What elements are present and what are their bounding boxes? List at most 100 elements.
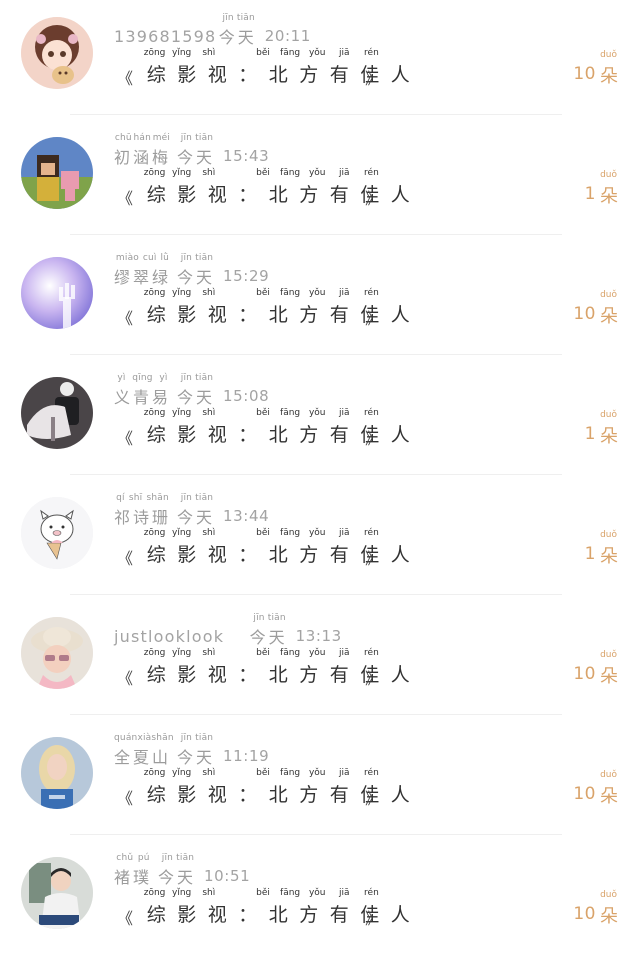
flower-count: 1 duǒ 朵 xyxy=(528,530,618,567)
sender-line: yì qīng yì 义青易 jīn tiān 今天 15:08 xyxy=(114,373,474,407)
unit-pinyin: duǒ xyxy=(600,650,617,660)
pinyin-syllable xyxy=(222,528,249,540)
pinyin-syllable: yǒu xyxy=(308,768,326,778)
gift-record-row[interactable]: justlooklook jīn tiān 今天 13:13 《 zōng yǐng shì b… xyxy=(0,600,640,720)
gift-record-row[interactable]: quán xià shān 全夏山 jīn tiān 今天 11:19 《 zōng yǐng sh… xyxy=(0,720,640,840)
count-number: 10 xyxy=(573,784,596,804)
sender-name: 褚璞 xyxy=(114,868,153,887)
pinyin-syllable: běi xyxy=(256,528,270,538)
row-divider xyxy=(70,834,562,835)
flower-count: 1 duǒ 朵 xyxy=(528,170,618,207)
title-char: 北 xyxy=(268,184,288,206)
timestamp: 20:11 xyxy=(264,27,311,45)
gift-title: 《 zōng yǐng shì běi fāng yǒu jiā rén 综影视：北方有佳人》 xyxy=(117,48,410,88)
title-char: 方 xyxy=(299,904,319,926)
title-char: 北 xyxy=(268,664,288,686)
title-char: 视 xyxy=(207,784,227,806)
gift-record-list: 139681598 jīn tiān 今天 20:11 《 zōng yǐng shì běi f… xyxy=(0,0,640,950)
pinyin-syllable: yǐng xyxy=(172,768,192,778)
sender-name: 初涵梅 xyxy=(114,148,172,167)
pinyin-syllable: zōng xyxy=(143,768,166,778)
title-char: 人 xyxy=(390,304,410,326)
row-divider xyxy=(70,594,562,595)
pinyin-syllable: shì xyxy=(202,408,216,418)
time-label: 今天 xyxy=(177,268,216,287)
title-char: 有 xyxy=(329,424,349,446)
timestamp: 11:19 xyxy=(223,747,270,765)
gift-title: 《 zōng yǐng shì běi fāng yǒu jiā rén 综影视：北方有佳人》 xyxy=(117,888,410,928)
title-char: 影 xyxy=(177,784,197,806)
pinyin-syllable: zōng xyxy=(143,648,166,658)
time-label: 今天 xyxy=(249,628,288,647)
title-char: ： xyxy=(238,544,258,566)
young-man-avatar[interactable] xyxy=(21,857,93,929)
pinyin-syllable: fāng xyxy=(280,168,301,178)
title-char: 方 xyxy=(299,304,319,326)
close-quote: 》 xyxy=(365,309,382,328)
sunhat-girl-avatar[interactable] xyxy=(21,617,93,689)
unit-pinyin: duǒ xyxy=(600,290,617,300)
moon-hand-avatar[interactable] xyxy=(21,257,93,329)
sender-line: quán xià shān 全夏山 jīn tiān 今天 11:19 xyxy=(114,733,474,767)
pinyin-syllable: fāng xyxy=(280,408,301,418)
title-char: 方 xyxy=(299,424,319,446)
title-char: 影 xyxy=(177,904,197,926)
pinyin-syllable: fāng xyxy=(280,48,301,58)
gift-title-pinyin: zōng yǐng shì běi fāng yǒu jiā rén xyxy=(141,288,385,300)
pinyin-syllable: shì xyxy=(202,768,216,778)
pinyin-syllable: fāng xyxy=(280,288,301,298)
title-char: 人 xyxy=(390,424,410,446)
time-label: 今天 xyxy=(177,508,216,527)
blonde-girl-avatar[interactable] xyxy=(21,737,93,809)
count-number: 10 xyxy=(573,664,596,684)
pinyin-syllable: yǒu xyxy=(308,168,326,178)
title-char: 有 xyxy=(329,664,349,686)
count-number: 1 xyxy=(584,544,596,564)
backpack-person-avatar[interactable] xyxy=(21,377,93,449)
close-quote: 》 xyxy=(365,69,382,88)
count-unit: 朵 xyxy=(600,186,618,207)
pinyin-syllable xyxy=(222,648,249,660)
gift-record-row[interactable]: yì qīng yì 义青易 jīn tiān 今天 15:08 《 zōng yǐng shì bě… xyxy=(0,360,640,480)
title-char: 人 xyxy=(390,784,410,806)
title-char: 视 xyxy=(207,184,227,206)
open-quote: 《 xyxy=(117,309,134,328)
gift-record-row[interactable]: 139681598 jīn tiān 今天 20:11 《 zōng yǐng shì běi f… xyxy=(0,0,640,120)
pinyin-syllable: jiā xyxy=(339,528,350,538)
title-char: 有 xyxy=(329,904,349,926)
cartoon-girl-avatar[interactable] xyxy=(21,17,93,89)
gift-record-row[interactable]: miào cuì lǜ 缪翠绿 jīn tiān 今天 15:29 《 zōng yǐng shì b… xyxy=(0,240,640,360)
title-char: 综 xyxy=(146,904,166,926)
sender-line: 139681598 jīn tiān 今天 20:11 xyxy=(114,13,474,47)
cartoon-pig-avatar[interactable] xyxy=(21,497,93,569)
row-divider xyxy=(70,114,562,115)
gift-record-row[interactable]: chū hán méi 初涵梅 jīn tiān 今天 15:43 《 zōng yǐng shì b… xyxy=(0,120,640,240)
pinyin-syllable: běi xyxy=(256,288,270,298)
pinyin-syllable: shì xyxy=(202,288,216,298)
title-char: 北 xyxy=(268,904,288,926)
game-character-avatar[interactable] xyxy=(21,137,93,209)
title-char: 综 xyxy=(146,184,166,206)
sender-name: 祁诗珊 xyxy=(114,508,172,527)
pinyin-syllable: shì xyxy=(202,888,216,898)
title-char: 人 xyxy=(390,664,410,686)
gift-record-row[interactable]: chǔ pú 褚璞 jīn tiān 今天 10:51 《 zōng yǐng shì běi fān… xyxy=(0,840,640,960)
pinyin-syllable: zōng xyxy=(143,888,166,898)
title-char: 人 xyxy=(390,64,410,86)
pinyin-syllable: běi xyxy=(256,768,270,778)
count-number: 10 xyxy=(573,904,596,924)
pinyin-syllable: zōng xyxy=(143,408,166,418)
close-quote: 》 xyxy=(365,789,382,808)
timestamp: 15:43 xyxy=(223,147,270,165)
pinyin-syllable xyxy=(222,408,249,420)
title-char: 有 xyxy=(329,304,349,326)
gift-title-pinyin: zōng yǐng shì běi fāng yǒu jiā rén xyxy=(141,768,385,780)
gift-record-row[interactable]: qí shī shān 祁诗珊 jīn tiān 今天 13:44 《 zōng yǐng shì b… xyxy=(0,480,640,600)
timestamp: 13:44 xyxy=(223,507,270,525)
count-unit: 朵 xyxy=(600,306,618,327)
pinyin-syllable: yǒu xyxy=(308,408,326,418)
pinyin-syllable: zōng xyxy=(143,168,166,178)
unit-pinyin: duǒ xyxy=(600,170,617,180)
gift-title: 《 zōng yǐng shì běi fāng yǒu jiā rén 综影视：北方有佳人》 xyxy=(117,408,410,448)
count-unit: 朵 xyxy=(600,66,618,87)
